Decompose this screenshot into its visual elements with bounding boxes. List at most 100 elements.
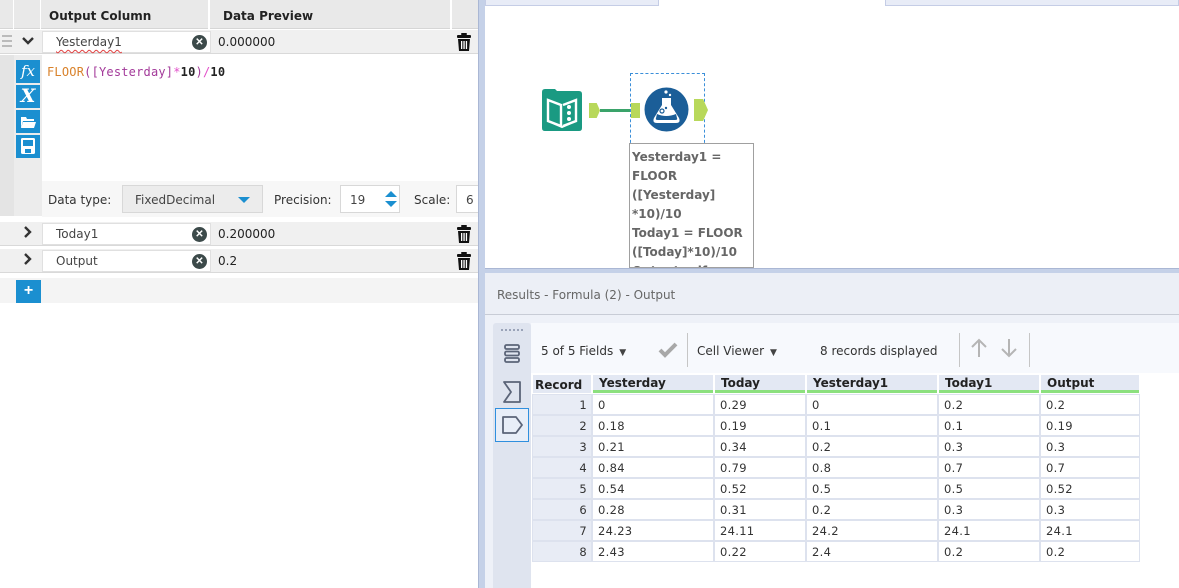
cell-today1[interactable]: 0.2 [939, 542, 1039, 561]
cell-yesterday1[interactable]: 0.2 [807, 500, 937, 519]
workflow-canvas[interactable]: Yesterday1 = FLOOR ([Yesterday] *10)/10 … [485, 0, 1179, 268]
cell-viewer-selector[interactable]: Cell Viewer ▼ [697, 344, 777, 358]
cell-yesterday[interactable]: 2.43 [593, 542, 713, 561]
arrow-down-icon[interactable] [999, 337, 1019, 362]
column-header-today[interactable]: Today [715, 375, 805, 393]
cell-today[interactable]: 0.29 [715, 395, 805, 414]
cell-yesterday1[interactable]: 24.2 [807, 521, 937, 540]
drag-handle-icon[interactable] [0, 30, 14, 54]
add-field-button[interactable]: + [16, 280, 41, 303]
connection-line[interactable] [600, 109, 633, 112]
cell-today1[interactable]: 0.1 [939, 416, 1039, 435]
cell-record[interactable]: 6 [533, 500, 591, 519]
cell-record[interactable]: 3 [533, 437, 591, 456]
cell-output[interactable]: 24.1 [1041, 521, 1139, 540]
cell-today[interactable]: 24.11 [715, 521, 805, 540]
table-row[interactable]: 2 0.18 0.19 0.1 0.1 0.19 [533, 416, 1139, 435]
table-row[interactable]: 5 0.54 0.52 0.5 0.5 0.52 [533, 479, 1139, 498]
table-row[interactable]: 8 2.43 0.22 2.4 0.2 0.2 [533, 542, 1139, 561]
precision-stepper[interactable] [384, 189, 398, 209]
cell-yesterday[interactable]: 24.23 [593, 521, 713, 540]
formula-tool[interactable] [644, 87, 689, 132]
summary-sigma-icon[interactable] [495, 375, 529, 409]
table-row[interactable]: 4 0.84 0.79 0.8 0.7 0.7 [533, 458, 1139, 477]
field-row[interactable]: Output ✕ 0.2 [0, 249, 478, 273]
cell-today1[interactable]: 0.7 [939, 458, 1039, 477]
clear-icon[interactable]: ✕ [192, 254, 207, 269]
table-row[interactable]: 6 0.28 0.31 0.2 0.3 0.3 [533, 500, 1139, 519]
variable-icon[interactable]: X [16, 85, 40, 108]
cell-today[interactable]: 0.19 [715, 416, 805, 435]
table-row[interactable]: 1 0 0.29 0 0.2 0.2 [533, 395, 1139, 414]
cell-today1[interactable]: 24.1 [939, 521, 1039, 540]
field-name-input[interactable]: Today1 [42, 223, 211, 245]
cell-yesterday1[interactable]: 0.8 [807, 458, 937, 477]
cell-output[interactable]: 0.2 [1041, 542, 1139, 561]
column-header-yesterday[interactable]: Yesterday [593, 375, 713, 393]
cell-today[interactable]: 0.79 [715, 458, 805, 477]
cell-record[interactable]: 7 [533, 521, 591, 540]
cell-today[interactable]: 0.34 [715, 437, 805, 456]
cell-record[interactable]: 8 [533, 542, 591, 561]
chevron-right-icon[interactable] [18, 225, 38, 243]
chevron-right-icon[interactable] [18, 252, 38, 270]
checkmark-icon[interactable] [658, 341, 678, 362]
metadata-tag-icon[interactable] [495, 408, 529, 442]
chevron-down-icon[interactable] [18, 33, 38, 51]
field-row[interactable]: Yesterday1 ✕ 0.000000 [0, 30, 478, 54]
field-name-input[interactable]: Output [42, 250, 211, 272]
cell-yesterday[interactable]: 0.21 [593, 437, 713, 456]
cell-record[interactable]: 2 [533, 416, 591, 435]
arrow-up-icon[interactable] [969, 337, 989, 362]
formula-text[interactable]: FLOOR([Yesterday]*10)/10 [47, 65, 225, 79]
cell-output[interactable]: 0.7 [1041, 458, 1139, 477]
trash-icon[interactable] [456, 225, 472, 243]
output-anchor[interactable] [694, 99, 708, 121]
column-header-today1[interactable]: Today1 [939, 375, 1039, 393]
trash-icon[interactable] [456, 33, 472, 51]
cell-output[interactable]: 0.3 [1041, 500, 1139, 519]
cell-record[interactable]: 5 [533, 479, 591, 498]
cell-yesterday1[interactable]: 2.4 [807, 542, 937, 561]
cell-today[interactable]: 0.52 [715, 479, 805, 498]
column-header-yesterday1[interactable]: Yesterday1 [807, 375, 937, 393]
cell-today1[interactable]: 0.3 [939, 500, 1039, 519]
column-header-record[interactable]: Record [533, 375, 591, 393]
input-data-tool[interactable] [539, 88, 585, 133]
cell-output[interactable]: 0.2 [1041, 395, 1139, 414]
function-icon[interactable]: fx [16, 60, 40, 83]
column-header-output[interactable]: Output [1041, 375, 1139, 393]
cell-yesterday1[interactable]: 0 [807, 395, 937, 414]
cell-yesterday[interactable]: 0.54 [593, 479, 713, 498]
cell-today1[interactable]: 0.2 [939, 395, 1039, 414]
cell-today[interactable]: 0.31 [715, 500, 805, 519]
cell-yesterday1[interactable]: 0.5 [807, 479, 937, 498]
data-type-select[interactable]: FixedDecimal [122, 185, 263, 213]
clear-icon[interactable]: ✕ [192, 227, 207, 242]
cell-output[interactable]: 0.52 [1041, 479, 1139, 498]
cell-today1[interactable]: 0.3 [939, 437, 1039, 456]
cell-yesterday[interactable]: 0.28 [593, 500, 713, 519]
grip-icon[interactable] [501, 329, 523, 331]
cell-yesterday[interactable]: 0.18 [593, 416, 713, 435]
canvas-tab[interactable] [485, 0, 659, 6]
trash-icon[interactable] [456, 252, 472, 270]
cell-record[interactable]: 4 [533, 458, 591, 477]
cell-yesterday[interactable]: 0 [593, 395, 713, 414]
cell-output[interactable]: 0.19 [1041, 416, 1139, 435]
canvas-tab[interactable] [885, 0, 1179, 6]
cell-yesterday[interactable]: 0.84 [593, 458, 713, 477]
cell-record[interactable]: 1 [533, 395, 591, 414]
cell-yesterday1[interactable]: 0.1 [807, 416, 937, 435]
open-folder-icon[interactable] [16, 110, 40, 133]
cell-yesterday1[interactable]: 0.2 [807, 437, 937, 456]
output-anchor[interactable] [589, 103, 600, 118]
input-anchor[interactable] [631, 103, 640, 118]
save-icon[interactable] [16, 135, 40, 158]
field-row[interactable]: Today1 ✕ 0.200000 [0, 222, 478, 246]
vertical-splitter[interactable] [478, 0, 485, 588]
cell-today[interactable]: 0.22 [715, 542, 805, 561]
table-view-icon[interactable] [495, 337, 529, 371]
cell-today1[interactable]: 0.5 [939, 479, 1039, 498]
field-name-input[interactable]: Yesterday1 [42, 31, 211, 53]
